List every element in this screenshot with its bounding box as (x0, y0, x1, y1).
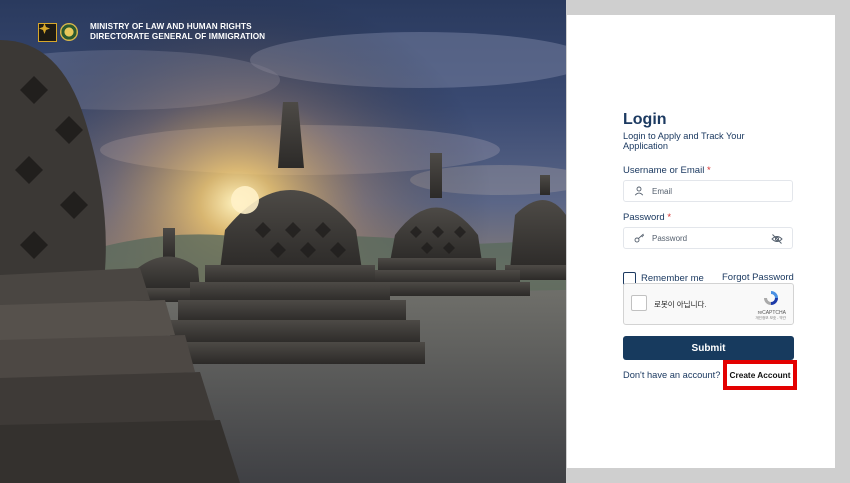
username-label: Username or Email * (623, 165, 711, 176)
password-label: Password * (623, 212, 671, 223)
login-subtitle: Login to Apply and Track Your Applicatio… (623, 131, 745, 151)
required-mark: * (667, 212, 672, 223)
recaptcha-checkbox[interactable] (631, 295, 647, 311)
recaptcha-logo-icon (762, 289, 780, 307)
submit-button[interactable]: Submit (623, 336, 794, 360)
borobudur-illustration (0, 0, 566, 483)
ministry-logos (38, 22, 78, 42)
password-placeholder: Password (652, 233, 688, 243)
recaptcha-widget[interactable]: 로봇이 아닙니다. reCAPTCHA 개인정보 보호 - 약관 (623, 283, 794, 325)
ministry-header: MINISTRY OF LAW AND HUMAN RIGHTS DIRECTO… (38, 22, 265, 42)
key-icon (634, 232, 646, 244)
username-label-text: Username or Email (623, 165, 705, 176)
password-field[interactable]: Password (623, 227, 793, 249)
ministry-line-2: DIRECTORATE GENERAL OF IMMIGRATION (90, 32, 266, 41)
login-card: Login Login to Apply and Track Your Appl… (567, 15, 835, 468)
create-account-highlight: Create Account (723, 360, 797, 390)
password-label-text: Password (623, 212, 665, 223)
ministry-title: MINISTRY OF LAW AND HUMAN RIGHTS DIRECTO… (90, 22, 265, 42)
login-title: Login (623, 111, 667, 128)
no-account-text: Don't have an account? (623, 370, 721, 380)
immigration-emblem-icon (60, 23, 78, 41)
required-mark: * (706, 165, 711, 176)
email-placeholder: Email (652, 186, 673, 196)
eye-off-icon[interactable] (771, 233, 783, 245)
recaptcha-text: 로봇이 아닙니다. (654, 300, 707, 309)
create-account-link[interactable]: Create Account (729, 370, 790, 380)
hero-image: MINISTRY OF LAW AND HUMAN RIGHTS DIRECTO… (0, 0, 566, 483)
email-field[interactable]: Email (623, 180, 793, 202)
ministry-emblem-icon (38, 22, 57, 42)
user-icon (634, 185, 646, 197)
forgot-password-link[interactable]: Forgot Password (722, 272, 794, 283)
recaptcha-terms[interactable]: 개인정보 보호 - 약관 (755, 316, 786, 321)
ministry-line-1: MINISTRY OF LAW AND HUMAN RIGHTS (90, 22, 252, 31)
